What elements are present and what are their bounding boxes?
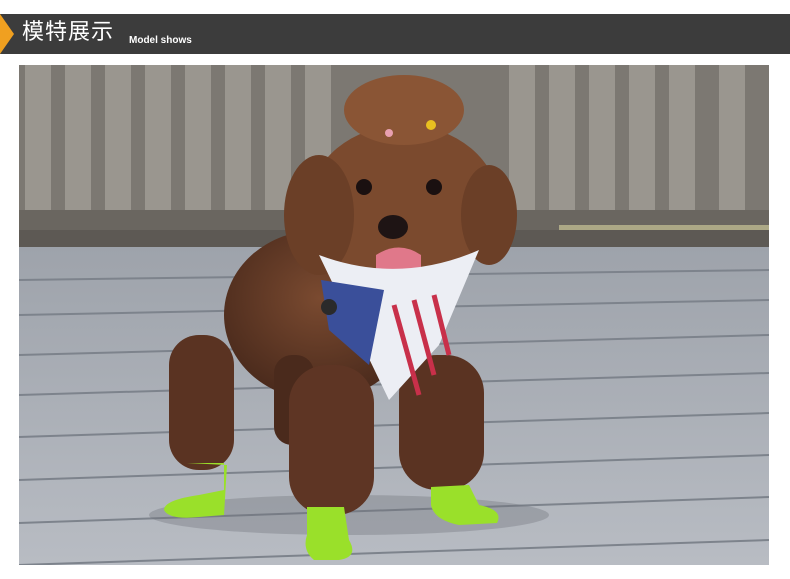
section-header-bar: 模特展示 Model shows xyxy=(0,14,790,54)
header-arrow-icon xyxy=(0,14,14,54)
model-photo xyxy=(19,65,769,565)
section-subtitle: Model shows xyxy=(129,35,192,46)
section-title: 模特展示 xyxy=(22,20,115,45)
